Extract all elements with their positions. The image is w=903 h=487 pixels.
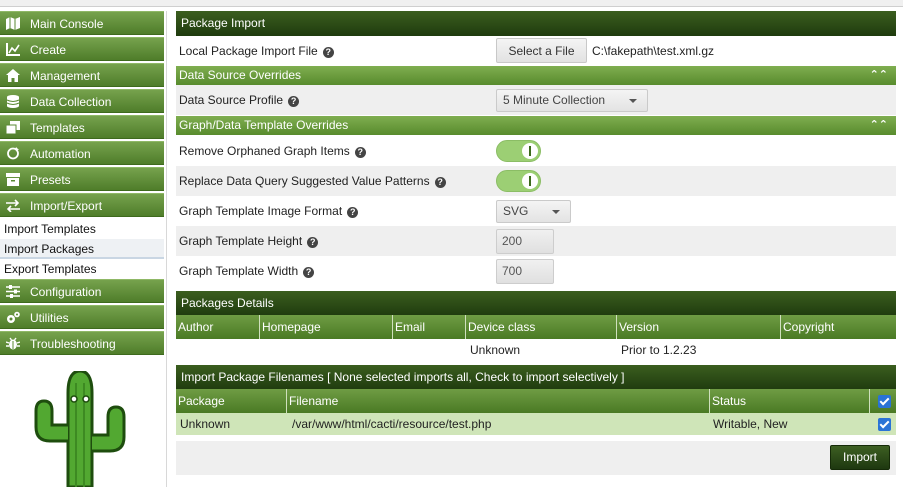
chevron-down-icon bbox=[552, 210, 560, 214]
nav-presets[interactable]: Presets bbox=[0, 167, 164, 191]
row-image-format: Graph Template Image Format? SVG bbox=[176, 196, 896, 226]
packages-details-columns: Author Homepage Email Device class Versi… bbox=[176, 315, 896, 339]
map-icon bbox=[6, 17, 20, 30]
row-replace-patterns: Replace Data Query Suggested Value Patte… bbox=[176, 166, 896, 196]
cell-status: Writable, New bbox=[713, 417, 788, 431]
data-source-profile-label: Data Source Profile? bbox=[179, 93, 300, 107]
toggle-knob bbox=[522, 143, 538, 159]
template-width-input[interactable]: 700 bbox=[496, 259, 554, 284]
nav-troubleshooting[interactable]: Troubleshooting bbox=[0, 331, 164, 355]
filenames-columns: Package Filename Status bbox=[176, 389, 896, 413]
toggle-knob bbox=[522, 173, 538, 189]
table-row: Unknown Prior to 1.2.23 bbox=[176, 339, 896, 361]
cell-email bbox=[393, 339, 466, 361]
cell-filename: /var/www/html/cacti/resource/test.php bbox=[292, 417, 492, 431]
cell-device-class: Unknown bbox=[470, 343, 521, 357]
remove-orphaned-label: Remove Orphaned Graph Items? bbox=[179, 144, 366, 158]
cogs-icon bbox=[7, 311, 20, 323]
template-height-label: Graph Template Height? bbox=[179, 234, 319, 248]
row-template-width: Graph Template Width? 700 bbox=[176, 256, 896, 286]
col-device-class[interactable]: Device class bbox=[466, 315, 617, 339]
sub-export-templates[interactable]: Export Templates bbox=[0, 259, 164, 279]
local-file-label: Local Package Import File? bbox=[179, 44, 334, 58]
col-package[interactable]: Package bbox=[176, 389, 287, 413]
data-source-profile-select[interactable]: 5 Minute Collection bbox=[496, 89, 648, 112]
collapse-icon[interactable]: ⌃⌃ bbox=[870, 116, 888, 135]
help-icon[interactable]: ? bbox=[347, 207, 359, 218]
nav-import-export[interactable]: Import/Export bbox=[0, 193, 164, 217]
chevron-down-icon bbox=[629, 99, 637, 103]
row-template-height: Graph Template Height? 200 bbox=[176, 226, 896, 256]
collapse-icon[interactable]: ⌃⌃ bbox=[870, 66, 888, 85]
refresh-icon bbox=[7, 147, 19, 160]
bug-icon bbox=[6, 337, 20, 350]
sliders-icon bbox=[6, 285, 20, 298]
help-icon[interactable]: ? bbox=[354, 147, 366, 158]
col-email[interactable]: Email bbox=[393, 315, 466, 339]
exchange-icon bbox=[6, 199, 20, 212]
cell-author bbox=[176, 339, 260, 361]
package-import-header: Package Import bbox=[176, 11, 896, 36]
row-data-source-profile: Data Source Profile? 5 Minute Collection bbox=[176, 85, 896, 115]
cell-package: Unknown bbox=[180, 417, 231, 431]
sidebar: Main Console Create Management Data Coll… bbox=[0, 11, 167, 487]
database-icon bbox=[6, 95, 20, 108]
cell-copyright bbox=[781, 339, 896, 361]
row-remove-orphaned: Remove Orphaned Graph Items? bbox=[176, 136, 896, 166]
help-icon[interactable]: ? bbox=[303, 267, 315, 278]
nav-data-collection[interactable]: Data Collection bbox=[0, 89, 164, 113]
select-all-checkbox[interactable] bbox=[878, 395, 891, 408]
copy-icon bbox=[6, 121, 20, 134]
help-icon[interactable]: ? bbox=[322, 47, 334, 58]
replace-patterns-toggle[interactable] bbox=[496, 170, 541, 192]
col-filename[interactable]: Filename bbox=[287, 389, 710, 413]
row-local-file: Local Package Import File? Select a File… bbox=[176, 36, 896, 66]
file-path-value: C:\fakepath\test.xml.gz bbox=[592, 44, 715, 58]
graph-template-overrides-header[interactable]: Graph/Data Template Overrides ⌃⌃ bbox=[176, 116, 896, 135]
col-author[interactable]: Author bbox=[176, 315, 260, 339]
replace-patterns-label: Replace Data Query Suggested Value Patte… bbox=[179, 174, 446, 188]
home-icon bbox=[6, 69, 20, 82]
col-homepage[interactable]: Homepage bbox=[260, 315, 393, 339]
nav-create[interactable]: Create bbox=[0, 37, 164, 61]
table-row[interactable]: Unknown /var/www/html/cacti/resource/tes… bbox=[176, 413, 896, 435]
sub-import-packages[interactable]: Import Packages bbox=[0, 239, 164, 259]
chart-icon bbox=[6, 43, 20, 56]
help-icon[interactable]: ? bbox=[434, 177, 446, 188]
help-icon[interactable]: ? bbox=[307, 237, 319, 248]
nav-management[interactable]: Management bbox=[0, 63, 164, 87]
cacti-logo-icon bbox=[34, 371, 126, 487]
row-select-checkbox[interactable] bbox=[878, 418, 891, 431]
nav-templates[interactable]: Templates bbox=[0, 115, 164, 139]
archive-icon bbox=[6, 173, 20, 186]
cell-version: Prior to 1.2.23 bbox=[621, 343, 697, 357]
cell-homepage bbox=[260, 339, 393, 361]
data-source-overrides-header[interactable]: Data Source Overrides ⌃⌃ bbox=[176, 66, 896, 85]
image-format-select[interactable]: SVG bbox=[496, 200, 571, 223]
template-width-label: Graph Template Width? bbox=[179, 264, 315, 278]
packages-details-header: Packages Details bbox=[176, 291, 896, 316]
form-footer: Import bbox=[176, 441, 896, 475]
filenames-header: Import Package Filenames [ None selected… bbox=[176, 365, 896, 390]
nav-configuration[interactable]: Configuration bbox=[0, 279, 164, 303]
select-file-button[interactable]: Select a File bbox=[496, 38, 587, 63]
sub-import-templates[interactable]: Import Templates bbox=[0, 219, 164, 239]
image-format-label: Graph Template Image Format? bbox=[179, 204, 359, 218]
nav-automation[interactable]: Automation bbox=[0, 141, 164, 165]
top-bar bbox=[0, 0, 903, 7]
help-icon[interactable]: ? bbox=[288, 96, 300, 107]
nav-main-console[interactable]: Main Console bbox=[0, 11, 164, 35]
col-copyright[interactable]: Copyright bbox=[781, 315, 896, 339]
col-version[interactable]: Version bbox=[617, 315, 781, 339]
import-button[interactable]: Import bbox=[830, 445, 890, 470]
remove-orphaned-toggle[interactable] bbox=[496, 140, 541, 162]
nav-utilities[interactable]: Utilities bbox=[0, 305, 164, 329]
template-height-input[interactable]: 200 bbox=[496, 229, 554, 254]
col-status[interactable]: Status bbox=[710, 389, 870, 413]
